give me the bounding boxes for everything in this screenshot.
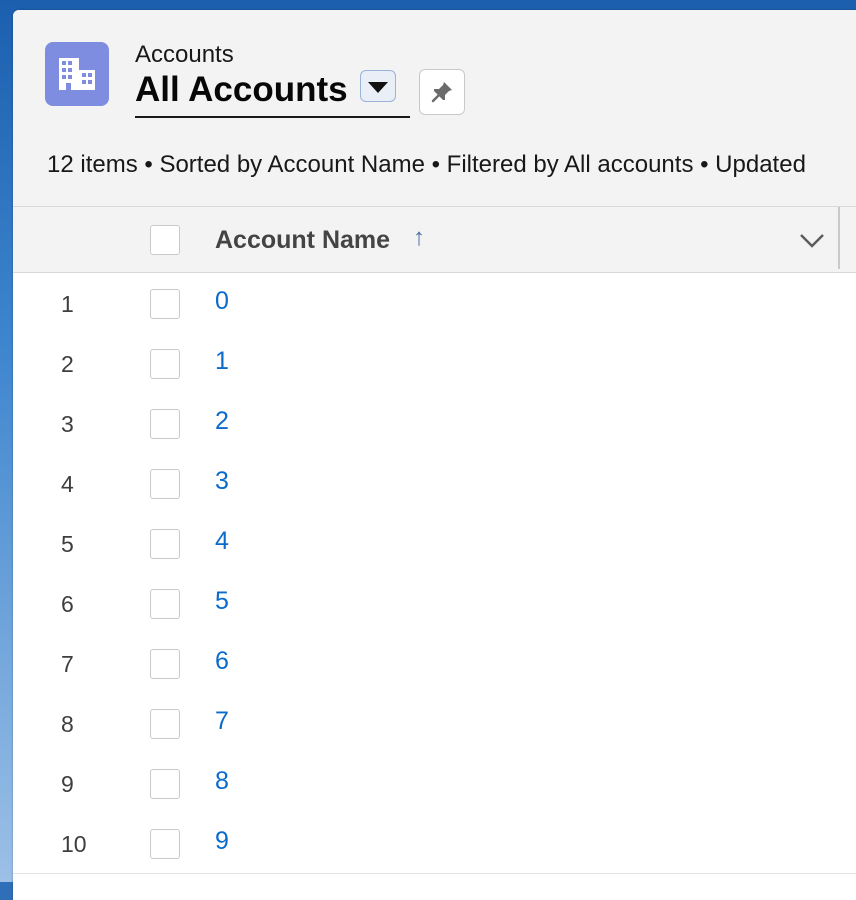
table-row: 1 0: [13, 273, 856, 334]
account-name-link[interactable]: 4: [215, 527, 229, 556]
column-header-account-name[interactable]: Account Name: [215, 226, 390, 255]
row-number: 1: [61, 291, 74, 317]
table-row: 9 8: [13, 753, 856, 814]
account-name-link[interactable]: 6: [215, 647, 229, 676]
row-number: 7: [61, 651, 74, 677]
account-name-link[interactable]: 5: [215, 587, 229, 616]
list-view-header: Accounts All Accounts 12 items • Sorted …: [13, 10, 856, 207]
row-checkbox[interactable]: [150, 289, 180, 319]
row-checkbox[interactable]: [150, 649, 180, 679]
row-checkbox[interactable]: [150, 589, 180, 619]
table-row: 4 3: [13, 453, 856, 514]
row-number: 9: [61, 771, 74, 797]
table-row: 3 2: [13, 393, 856, 454]
row-checkbox[interactable]: [150, 529, 180, 559]
account-name-link[interactable]: 9: [215, 827, 229, 856]
row-number: 6: [61, 591, 74, 617]
table-header-row: Account Name ↑: [13, 207, 856, 273]
building-icon: [45, 42, 109, 106]
pin-icon: [431, 82, 452, 103]
row-checkbox[interactable]: [150, 409, 180, 439]
table-row: 2 1: [13, 333, 856, 394]
row-checkbox[interactable]: [150, 829, 180, 859]
row-number: 5: [61, 531, 74, 557]
list-view-panel: Accounts All Accounts 12 items • Sorted …: [13, 10, 856, 900]
select-all-checkbox[interactable]: [150, 225, 180, 255]
list-view-title[interactable]: All Accounts: [135, 70, 348, 110]
table-row: 8 7: [13, 693, 856, 754]
chevron-down-icon[interactable]: [799, 231, 825, 251]
table-row: 5 4: [13, 513, 856, 574]
table-row: 6 5: [13, 573, 856, 634]
table-row: 10 9: [13, 813, 856, 874]
row-number: 8: [61, 711, 74, 737]
arrow-up-icon: ↑: [413, 224, 425, 251]
list-view-dropdown-button[interactable]: [360, 70, 396, 102]
row-checkbox[interactable]: [150, 769, 180, 799]
account-name-link[interactable]: 7: [215, 707, 229, 736]
row-checkbox[interactable]: [150, 469, 180, 499]
row-checkbox[interactable]: [150, 709, 180, 739]
row-checkbox[interactable]: [150, 349, 180, 379]
account-name-link[interactable]: 2: [215, 407, 229, 436]
row-number: 4: [61, 471, 74, 497]
row-number: 10: [61, 831, 87, 857]
list-info-line: 12 items • Sorted by Account Name • Filt…: [47, 151, 806, 178]
pin-button[interactable]: [419, 69, 465, 115]
account-name-link[interactable]: 0: [215, 287, 229, 316]
table-row: 7 6: [13, 633, 856, 694]
object-label: Accounts: [135, 41, 234, 68]
account-name-link[interactable]: 8: [215, 767, 229, 796]
title-underline: [135, 116, 410, 118]
column-resize-handle[interactable]: [838, 207, 840, 269]
account-name-link[interactable]: 1: [215, 347, 229, 376]
account-name-link[interactable]: 3: [215, 467, 229, 496]
row-number: 3: [61, 411, 74, 437]
row-number: 2: [61, 351, 74, 377]
